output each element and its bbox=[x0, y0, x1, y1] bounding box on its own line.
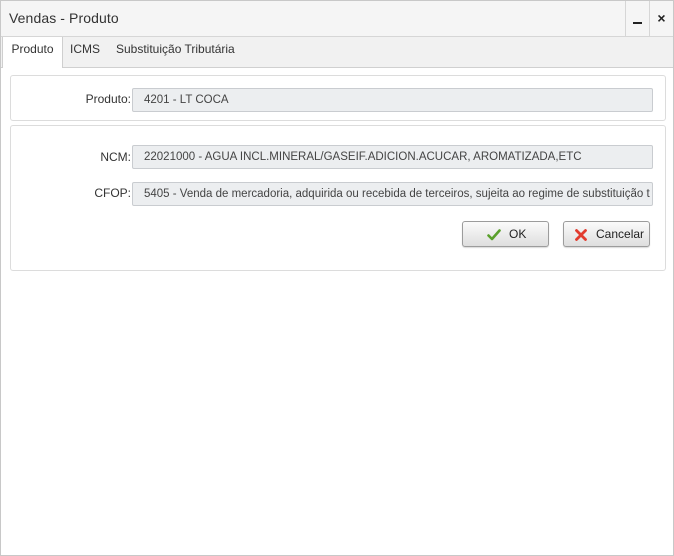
tab-bar: Produto ICMS Substituição Tributária bbox=[1, 37, 673, 68]
close-button[interactable]: × bbox=[649, 1, 673, 36]
produto-panel: Produto: bbox=[10, 75, 666, 121]
window-title: Vendas - Produto bbox=[9, 10, 119, 26]
tab-produto[interactable]: Produto bbox=[2, 37, 63, 68]
cancel-button[interactable]: Cancelar bbox=[563, 221, 650, 247]
ok-button-label: OK bbox=[509, 227, 527, 241]
cancel-button-label: Cancelar bbox=[596, 227, 645, 241]
ncm-field[interactable] bbox=[132, 145, 653, 169]
minimize-button[interactable] bbox=[625, 1, 649, 36]
produto-field[interactable] bbox=[132, 88, 653, 112]
tab-icms[interactable]: ICMS bbox=[70, 37, 100, 67]
title-bar: Vendas - Produto × bbox=[1, 1, 673, 37]
minimize-icon bbox=[633, 22, 642, 24]
checkmark-icon bbox=[487, 229, 501, 241]
cfop-label: CFOP: bbox=[94, 186, 131, 200]
ncm-label: NCM: bbox=[100, 150, 131, 164]
x-mark-icon bbox=[575, 229, 587, 241]
ok-button[interactable]: OK bbox=[462, 221, 549, 247]
close-icon: × bbox=[657, 10, 666, 26]
cfop-field[interactable] bbox=[132, 182, 653, 206]
tab-substituicao-tributaria[interactable]: Substituição Tributária bbox=[116, 37, 235, 67]
fiscal-panel: NCM: CFOP: OK Cancelar bbox=[10, 125, 666, 271]
dialog-window: Vendas - Produto × Produto ICMS Substitu… bbox=[0, 0, 674, 556]
produto-label: Produto: bbox=[85, 92, 131, 106]
